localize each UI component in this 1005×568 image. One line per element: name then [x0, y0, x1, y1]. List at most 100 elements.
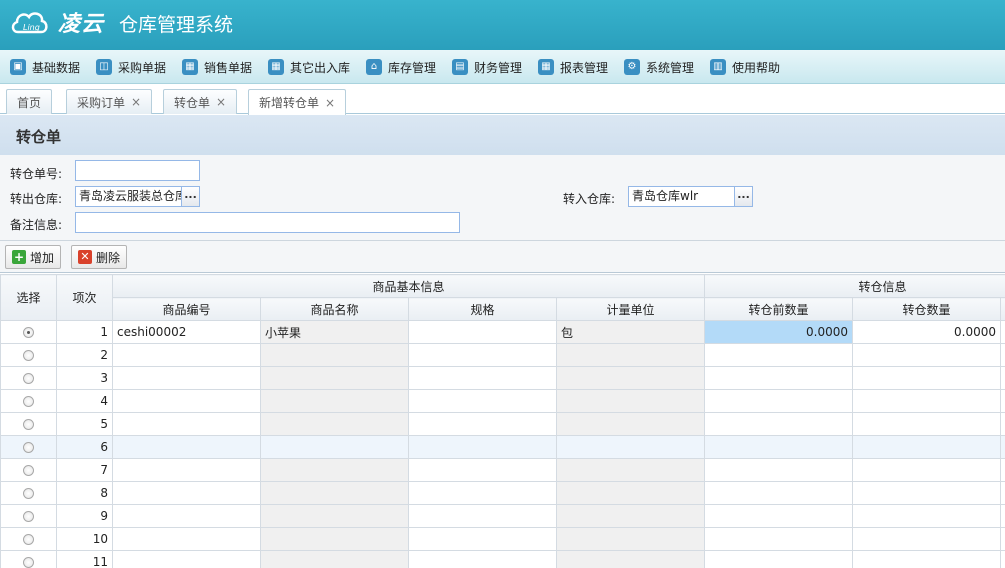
row-select-cell[interactable]	[0, 435, 57, 459]
cell-spec[interactable]	[408, 412, 557, 436]
table-row[interactable]: 4	[0, 389, 1005, 413]
row-select-cell[interactable]	[0, 481, 57, 505]
remark-input[interactable]	[75, 212, 460, 233]
tab-home[interactable]: 首页	[6, 89, 53, 114]
cell-before-qty[interactable]	[704, 366, 854, 390]
cell-qty[interactable]	[852, 389, 1002, 413]
row-radio[interactable]	[23, 533, 34, 545]
cell-spec[interactable]	[408, 481, 557, 505]
row-select-cell[interactable]	[0, 550, 57, 568]
cell-code[interactable]	[112, 412, 261, 436]
row-radio[interactable]	[23, 395, 34, 407]
cell-qty[interactable]	[852, 366, 1002, 390]
cell-qty[interactable]	[852, 458, 1002, 482]
row-radio[interactable]	[23, 487, 34, 499]
to-warehouse-combo[interactable]: 青岛仓库wlr ...	[628, 186, 753, 207]
cell-qty[interactable]: 0.0000	[852, 320, 1002, 344]
cell-qty[interactable]	[852, 550, 1002, 568]
table-row[interactable]: 7	[0, 458, 1005, 482]
cell-before-qty[interactable]	[704, 458, 854, 482]
col-unit-header[interactable]: 计量单位	[555, 297, 706, 321]
row-radio[interactable]	[23, 510, 34, 522]
col-spec-header[interactable]: 规格	[408, 297, 557, 321]
row-radio[interactable]	[23, 326, 34, 338]
menu-item-other-io[interactable]: ▦ 其它出入库	[268, 57, 350, 77]
menu-item-system[interactable]: ⚙ 系统管理	[624, 57, 694, 77]
from-warehouse-combo[interactable]: 青岛凌云服装总仓库 ...	[75, 186, 200, 207]
table-row[interactable]: 5	[0, 412, 1005, 436]
cell-qty[interactable]	[852, 504, 1002, 528]
table-row[interactable]: 1 ceshi00002 小苹果包 0.0000 0.0000	[0, 320, 1005, 344]
cell-code[interactable]	[112, 550, 261, 568]
cell-before-qty[interactable]	[704, 550, 854, 568]
cell-code[interactable]	[112, 435, 261, 459]
close-icon[interactable]: ×	[325, 96, 335, 110]
row-radio[interactable]	[23, 556, 34, 568]
cell-code[interactable]: ceshi00002	[112, 320, 261, 344]
row-select-cell[interactable]	[0, 527, 57, 551]
tab-purchase-order[interactable]: 采购订单 ×	[66, 89, 153, 114]
table-row[interactable]: 2	[0, 343, 1005, 367]
cell-before-qty[interactable]	[704, 435, 854, 459]
row-radio[interactable]	[23, 418, 34, 430]
cell-spec[interactable]	[408, 389, 557, 413]
cell-before-qty[interactable]	[704, 481, 854, 505]
menu-item-sales[interactable]: ▦ 销售单据	[182, 57, 252, 77]
cell-before-qty[interactable]: 0.0000	[704, 320, 854, 344]
table-row[interactable]: 11	[0, 550, 1005, 568]
close-icon[interactable]: ×	[216, 95, 226, 109]
table-row[interactable]: 8	[0, 481, 1005, 505]
row-radio[interactable]	[23, 372, 34, 384]
cell-code[interactable]	[112, 527, 261, 551]
cell-qty[interactable]	[852, 412, 1002, 436]
table-row[interactable]: 6	[0, 435, 1005, 459]
cell-spec[interactable]	[408, 343, 557, 367]
cell-spec[interactable]	[408, 366, 557, 390]
cell-code[interactable]	[112, 366, 261, 390]
table-row[interactable]: 9	[0, 504, 1005, 528]
col-code-header[interactable]: 商品编号	[112, 297, 261, 321]
row-select-cell[interactable]	[0, 412, 57, 436]
row-select-cell[interactable]	[0, 366, 57, 390]
cell-spec[interactable]	[408, 435, 557, 459]
menu-item-finance[interactable]: ▤ 财务管理	[452, 57, 522, 77]
cell-qty[interactable]	[852, 527, 1002, 551]
picker-button[interactable]: ...	[181, 187, 199, 206]
cell-spec[interactable]	[408, 527, 557, 551]
add-button[interactable]: + 增加	[5, 245, 62, 269]
cell-code[interactable]	[112, 504, 261, 528]
close-icon[interactable]: ×	[131, 95, 141, 109]
picker-button[interactable]: ...	[734, 187, 752, 206]
cell-before-qty[interactable]	[704, 527, 854, 551]
menu-item-reports[interactable]: ▦ 报表管理	[538, 57, 608, 77]
col-before-qty-header[interactable]: 转仓前数量	[704, 297, 854, 321]
row-select-cell[interactable]	[0, 504, 57, 528]
cell-code[interactable]	[112, 481, 261, 505]
menu-item-basic-data[interactable]: ▣ 基础数据	[10, 57, 80, 77]
cell-code[interactable]	[112, 458, 261, 482]
cell-spec[interactable]	[408, 458, 557, 482]
row-radio[interactable]	[23, 349, 34, 361]
cell-code[interactable]	[112, 389, 261, 413]
row-radio[interactable]	[23, 464, 34, 476]
col-qty-header[interactable]: 转仓数量	[852, 297, 1002, 321]
delete-button[interactable]: ✕ 删除	[71, 245, 128, 269]
cell-before-qty[interactable]	[704, 412, 854, 436]
row-select-cell[interactable]	[0, 458, 57, 482]
row-radio[interactable]	[23, 441, 34, 453]
cell-before-qty[interactable]	[704, 343, 854, 367]
cell-before-qty[interactable]	[704, 389, 854, 413]
row-select-cell[interactable]	[0, 389, 57, 413]
tab-transfer-order[interactable]: 转仓单 ×	[163, 89, 238, 114]
cell-qty[interactable]	[852, 343, 1002, 367]
cell-spec[interactable]	[408, 320, 557, 344]
menu-item-help[interactable]: ▥ 使用帮助	[710, 57, 780, 77]
order-no-input[interactable]	[75, 160, 200, 181]
table-row[interactable]: 3	[0, 366, 1005, 390]
menu-item-purchase[interactable]: ◫ 采购单据	[96, 57, 166, 77]
row-select-cell[interactable]	[0, 343, 57, 367]
cell-qty[interactable]	[852, 481, 1002, 505]
row-select-cell[interactable]	[0, 320, 57, 344]
table-row[interactable]: 10	[0, 527, 1005, 551]
tab-new-transfer-order[interactable]: 新增转仓单 ×	[248, 89, 347, 115]
